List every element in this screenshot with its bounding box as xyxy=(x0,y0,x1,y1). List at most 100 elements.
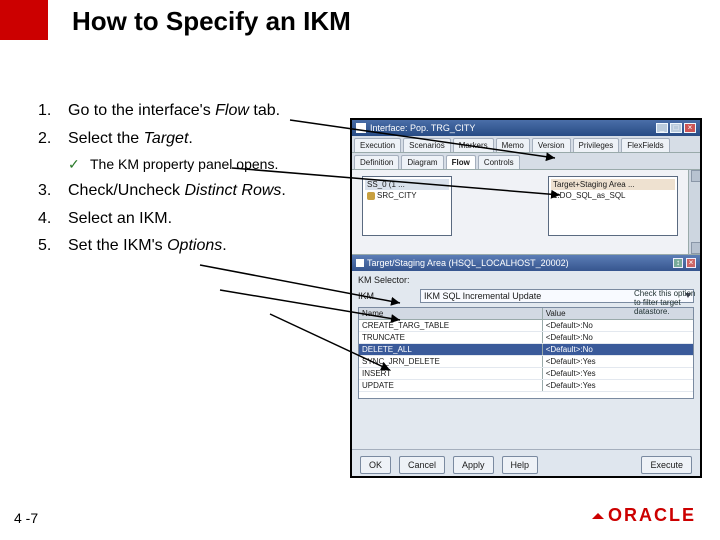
close-button[interactable]: × xyxy=(684,123,696,133)
maximize-button[interactable]: □ xyxy=(670,123,682,133)
window-titlebar[interactable]: Interface: Pop. TRG_CITY _ □ × xyxy=(352,120,700,136)
opt-value: <Default>:No xyxy=(543,332,693,343)
options-grid[interactable]: Name Value CREATE_TARG_TABLE<Default>:No… xyxy=(358,307,694,399)
page-number: 4 -7 xyxy=(14,510,38,526)
canvas-scrollbar[interactable] xyxy=(688,170,700,254)
source-row: SRC_CITY xyxy=(365,190,449,201)
source-table-name: SRC_CITY xyxy=(377,191,417,200)
step2-text-a: Select the xyxy=(68,130,144,147)
step-num: 1. xyxy=(38,100,68,122)
step3-text-b: . xyxy=(281,182,285,199)
oracle-logo: ORACLE xyxy=(592,505,696,526)
window-title: Interface: Pop. TRG_CITY xyxy=(370,123,475,133)
opt-name: SYNC_JRN_DELETE xyxy=(359,356,543,367)
source-set-box[interactable]: SS_0 (1 ... SRC_CITY xyxy=(362,176,452,236)
tab-markers[interactable]: Markers xyxy=(453,138,494,152)
step1-flow: Flow xyxy=(215,102,249,119)
ikm-label: IKM xyxy=(358,291,420,301)
opt-name: CREATE_TARG_TABLE xyxy=(359,320,543,331)
ok-button[interactable]: OK xyxy=(360,456,391,474)
km-description: Check this option to filter target datas… xyxy=(634,289,696,316)
oracle-mark-icon xyxy=(592,513,604,519)
step3-text-a: Check/Uncheck xyxy=(68,182,185,199)
help-button[interactable]: Help xyxy=(502,456,539,474)
tab-flow[interactable]: Flow xyxy=(446,155,476,169)
step-num: 2. xyxy=(38,128,68,150)
brand-red-block xyxy=(0,0,48,40)
grid-row[interactable]: SYNC_JRN_DELETE<Default>:Yes xyxy=(359,356,693,368)
step1-text-a: Go to the interface's xyxy=(68,102,215,119)
opt-name: INSERT xyxy=(359,368,543,379)
km-panel-titlebar: Target/Staging Area (HSQL_LOCALHOST_2000… xyxy=(352,255,700,271)
apply-button[interactable]: Apply xyxy=(453,456,494,474)
oracle-logo-text: ORACLE xyxy=(608,505,696,525)
table-icon xyxy=(367,192,375,200)
grid-col-name: Name xyxy=(359,308,543,319)
step-num: 5. xyxy=(38,235,68,257)
panel-close-button[interactable]: × xyxy=(686,258,696,268)
step5-text-a: Set the IKM's xyxy=(68,237,167,254)
target-header: Target+Staging Area ... xyxy=(551,179,675,190)
execute-button[interactable]: Execute xyxy=(641,456,692,474)
flow-canvas[interactable]: SS_0 (1 ... SRC_CITY Target+Staging Area… xyxy=(352,170,700,255)
km-selector-field: KM Selector: xyxy=(358,275,694,285)
minimize-button[interactable]: _ xyxy=(656,123,668,133)
tabs-row-2: Definition Diagram Flow Controls xyxy=(352,153,700,170)
step-num: 3. xyxy=(38,180,68,202)
source-header: SS_0 (1 ... xyxy=(365,179,449,190)
check-icon: ✓ xyxy=(68,155,90,174)
app-icon xyxy=(356,123,366,133)
grid-row[interactable]: DELETE_ALL<Default>:No xyxy=(359,344,693,356)
km-panel-title: Target/Staging Area (HSQL_LOCALHOST_2000… xyxy=(367,258,569,268)
step-5: 5. Set the IKM's Options. xyxy=(38,235,338,257)
substep-1: ✓ The KM property panel opens. xyxy=(68,155,338,174)
target-row: 1:DO_SQL_as_SQL xyxy=(551,190,675,201)
grid-row[interactable]: TRUNCATE<Default>:No xyxy=(359,332,693,344)
grid-row[interactable]: CREATE_TARG_TABLE<Default>:No xyxy=(359,320,693,332)
slide-title: How to Specify an IKM xyxy=(72,6,351,37)
tab-memo[interactable]: Memo xyxy=(496,138,530,152)
step4-text: Select an IKM. xyxy=(68,208,338,230)
step3-distinct: Distinct Rows xyxy=(185,182,282,199)
opt-value: <Default>:Yes xyxy=(543,356,693,367)
target-staging-box[interactable]: Target+Staging Area ... 1:DO_SQL_as_SQL xyxy=(548,176,678,236)
tab-version[interactable]: Version xyxy=(532,138,571,152)
substep-text: The KM property panel opens. xyxy=(90,155,278,174)
step2-text-b: . xyxy=(188,130,192,147)
dialog-buttons: OK Cancel Apply Help Execute xyxy=(352,449,700,478)
tab-controls[interactable]: Controls xyxy=(478,155,520,169)
step-num: 4. xyxy=(38,208,68,230)
cancel-button[interactable]: Cancel xyxy=(399,456,445,474)
opt-name: UPDATE xyxy=(359,380,543,391)
grid-row[interactable]: UPDATE<Default>:Yes xyxy=(359,380,693,392)
opt-name: DELETE_ALL xyxy=(359,344,543,355)
opt-value: <Default>:Yes xyxy=(543,368,693,379)
tabs-row-1: Execution Scenarios Markers Memo Version… xyxy=(352,136,700,153)
opt-value: <Default>:No xyxy=(543,344,693,355)
step-1: 1. Go to the interface's Flow tab. xyxy=(38,100,338,122)
panel-dock-button[interactable]: ↕ xyxy=(673,258,683,268)
steps-list: 1. Go to the interface's Flow tab. 2. Se… xyxy=(38,100,338,263)
tab-diagram[interactable]: Diagram xyxy=(401,155,443,169)
tab-execution[interactable]: Execution xyxy=(354,138,401,152)
km-selector-label: KM Selector: xyxy=(358,275,420,285)
opt-value: <Default>:Yes xyxy=(543,380,693,391)
step-2: 2. Select the Target. xyxy=(38,128,338,150)
opt-value: <Default>:No xyxy=(543,320,693,331)
app-window: Interface: Pop. TRG_CITY _ □ × Execution… xyxy=(350,118,702,478)
step1-text-b: tab. xyxy=(249,102,280,119)
panel-icon xyxy=(356,259,364,267)
opt-name: TRUNCATE xyxy=(359,332,543,343)
step5-options: Options xyxy=(167,237,222,254)
step5-text-b: . xyxy=(222,237,226,254)
step-4: 4. Select an IKM. xyxy=(38,208,338,230)
grid-row[interactable]: INSERT<Default>:Yes xyxy=(359,368,693,380)
step2-target: Target xyxy=(144,130,189,147)
tab-flexfields[interactable]: FlexFields xyxy=(621,138,669,152)
km-panel-body: KM Selector: IKM IKM SQL Incremental Upd… xyxy=(352,271,700,449)
tab-scenarios[interactable]: Scenarios xyxy=(403,138,451,152)
ikm-select-value: IKM SQL Incremental Update xyxy=(424,291,541,301)
tab-privileges[interactable]: Privileges xyxy=(573,138,620,152)
step-3: 3. Check/Uncheck Distinct Rows. xyxy=(38,180,338,202)
tab-definition[interactable]: Definition xyxy=(354,155,399,169)
